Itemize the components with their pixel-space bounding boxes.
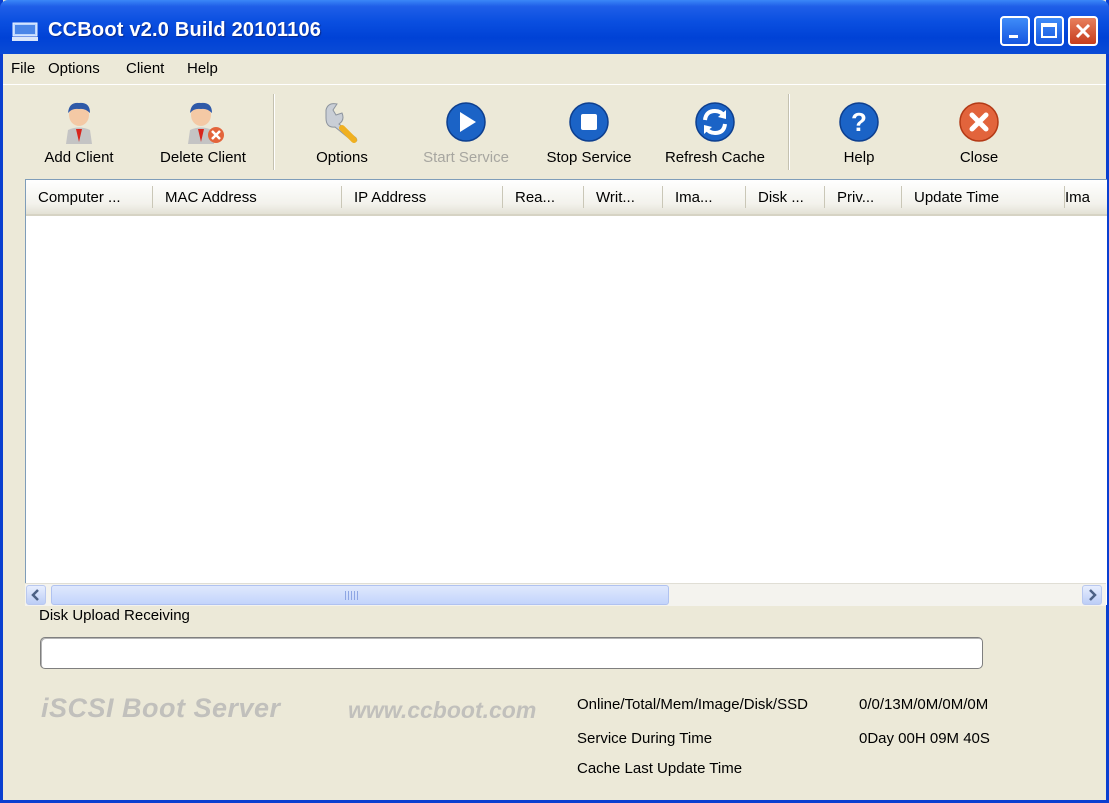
refresh-icon — [695, 102, 735, 142]
delete-client-icon — [188, 102, 224, 144]
start-service-label: Start Service — [423, 149, 509, 166]
app-window: CCBoot v2.0 Build 20101106 File Options … — [0, 0, 1109, 803]
svg-text:?: ? — [851, 107, 867, 137]
menu-file[interactable]: File — [11, 60, 35, 77]
horizontal-scrollbar[interactable] — [25, 583, 1106, 606]
column-computer-name[interactable]: Computer ... — [26, 180, 152, 214]
menu-client[interactable]: Client — [126, 60, 164, 77]
disk-upload-progress — [40, 637, 983, 669]
close-window-button[interactable] — [1068, 16, 1098, 46]
window-title: CCBoot v2.0 Build 20101106 — [48, 19, 322, 41]
options-label: Options — [316, 149, 368, 166]
column-mac-address[interactable]: MAC Address — [153, 180, 341, 214]
toolbar-separator — [273, 94, 275, 170]
toolbar-separator — [788, 94, 790, 170]
close-button[interactable]: Close — [939, 86, 1019, 174]
close-icon — [1075, 23, 1091, 39]
column-write[interactable]: Writ... — [584, 180, 662, 214]
scroll-left-button[interactable] — [26, 585, 46, 605]
scroll-grip — [345, 591, 359, 600]
minimize-button[interactable] — [1000, 16, 1030, 46]
stop-service-label: Stop Service — [546, 149, 632, 166]
maximize-button[interactable] — [1034, 16, 1064, 46]
start-service-button[interactable]: Start Service — [411, 86, 521, 174]
help-label: Help — [843, 149, 875, 166]
stop-icon — [569, 102, 609, 142]
chevron-left-icon — [31, 589, 39, 601]
add-client-icon — [66, 102, 92, 144]
service-time-value: 0Day 00H 09M 40S — [859, 730, 990, 747]
product-url: www.ccboot.com — [348, 697, 537, 723]
refresh-cache-button[interactable]: Refresh Cache — [655, 86, 775, 174]
service-time-label: Service During Time — [577, 730, 713, 747]
column-image[interactable]: Ima... — [663, 180, 745, 214]
disk-upload-label: Disk Upload Receiving — [39, 607, 190, 624]
online-stats-value: 0/0/13M/0M/0M/0M — [859, 696, 989, 713]
add-client-label: Add Client — [44, 149, 114, 166]
product-name: iSCSI Boot Server — [41, 693, 281, 723]
close-label: Close — [959, 149, 999, 166]
help-icon: ? — [839, 102, 879, 142]
chevron-right-icon — [1089, 589, 1097, 601]
online-stats-label: Online/Total/Mem/Image/Disk/SSD — [577, 696, 808, 713]
column-private[interactable]: Priv... — [825, 180, 901, 214]
app-icon — [12, 22, 38, 41]
client-list[interactable]: Computer ... MAC Address IP Address Rea.… — [25, 179, 1107, 605]
help-button[interactable]: ? Help — [819, 86, 899, 174]
options-button[interactable]: Options — [301, 86, 383, 174]
maximize-icon — [1041, 23, 1057, 38]
add-client-button[interactable]: Add Client — [33, 86, 125, 174]
column-ip-address[interactable]: IP Address — [342, 180, 502, 214]
play-icon — [446, 102, 486, 142]
column-update-time[interactable]: Update Time — [902, 180, 1064, 214]
menu-help[interactable]: Help — [187, 60, 218, 77]
stop-service-button[interactable]: Stop Service — [537, 86, 641, 174]
column-image-2[interactable]: Ima — [1065, 180, 1107, 214]
scroll-right-button[interactable] — [1082, 585, 1102, 605]
column-disk[interactable]: Disk ... — [746, 180, 824, 214]
toolbar: Add Client Delete Client Options Start S… — [3, 86, 1106, 176]
column-read[interactable]: Rea... — [503, 180, 583, 214]
menu-divider — [3, 84, 1106, 85]
delete-client-button[interactable]: Delete Client — [145, 86, 261, 174]
title-bar[interactable]: CCBoot v2.0 Build 20101106 — [0, 0, 1109, 54]
menu-options[interactable]: Options — [48, 60, 100, 77]
menu-bar: File Options Client Help — [3, 54, 1106, 84]
minimize-icon — [1009, 35, 1018, 38]
delete-client-label: Delete Client — [160, 149, 246, 166]
refresh-cache-label: Refresh Cache — [664, 149, 766, 166]
wrench-icon — [325, 103, 358, 143]
close-icon — [959, 102, 999, 142]
list-header: Computer ... MAC Address IP Address Rea.… — [26, 180, 1107, 216]
scroll-thumb[interactable] — [51, 585, 669, 605]
cache-update-label: Cache Last Update Time — [577, 760, 743, 777]
